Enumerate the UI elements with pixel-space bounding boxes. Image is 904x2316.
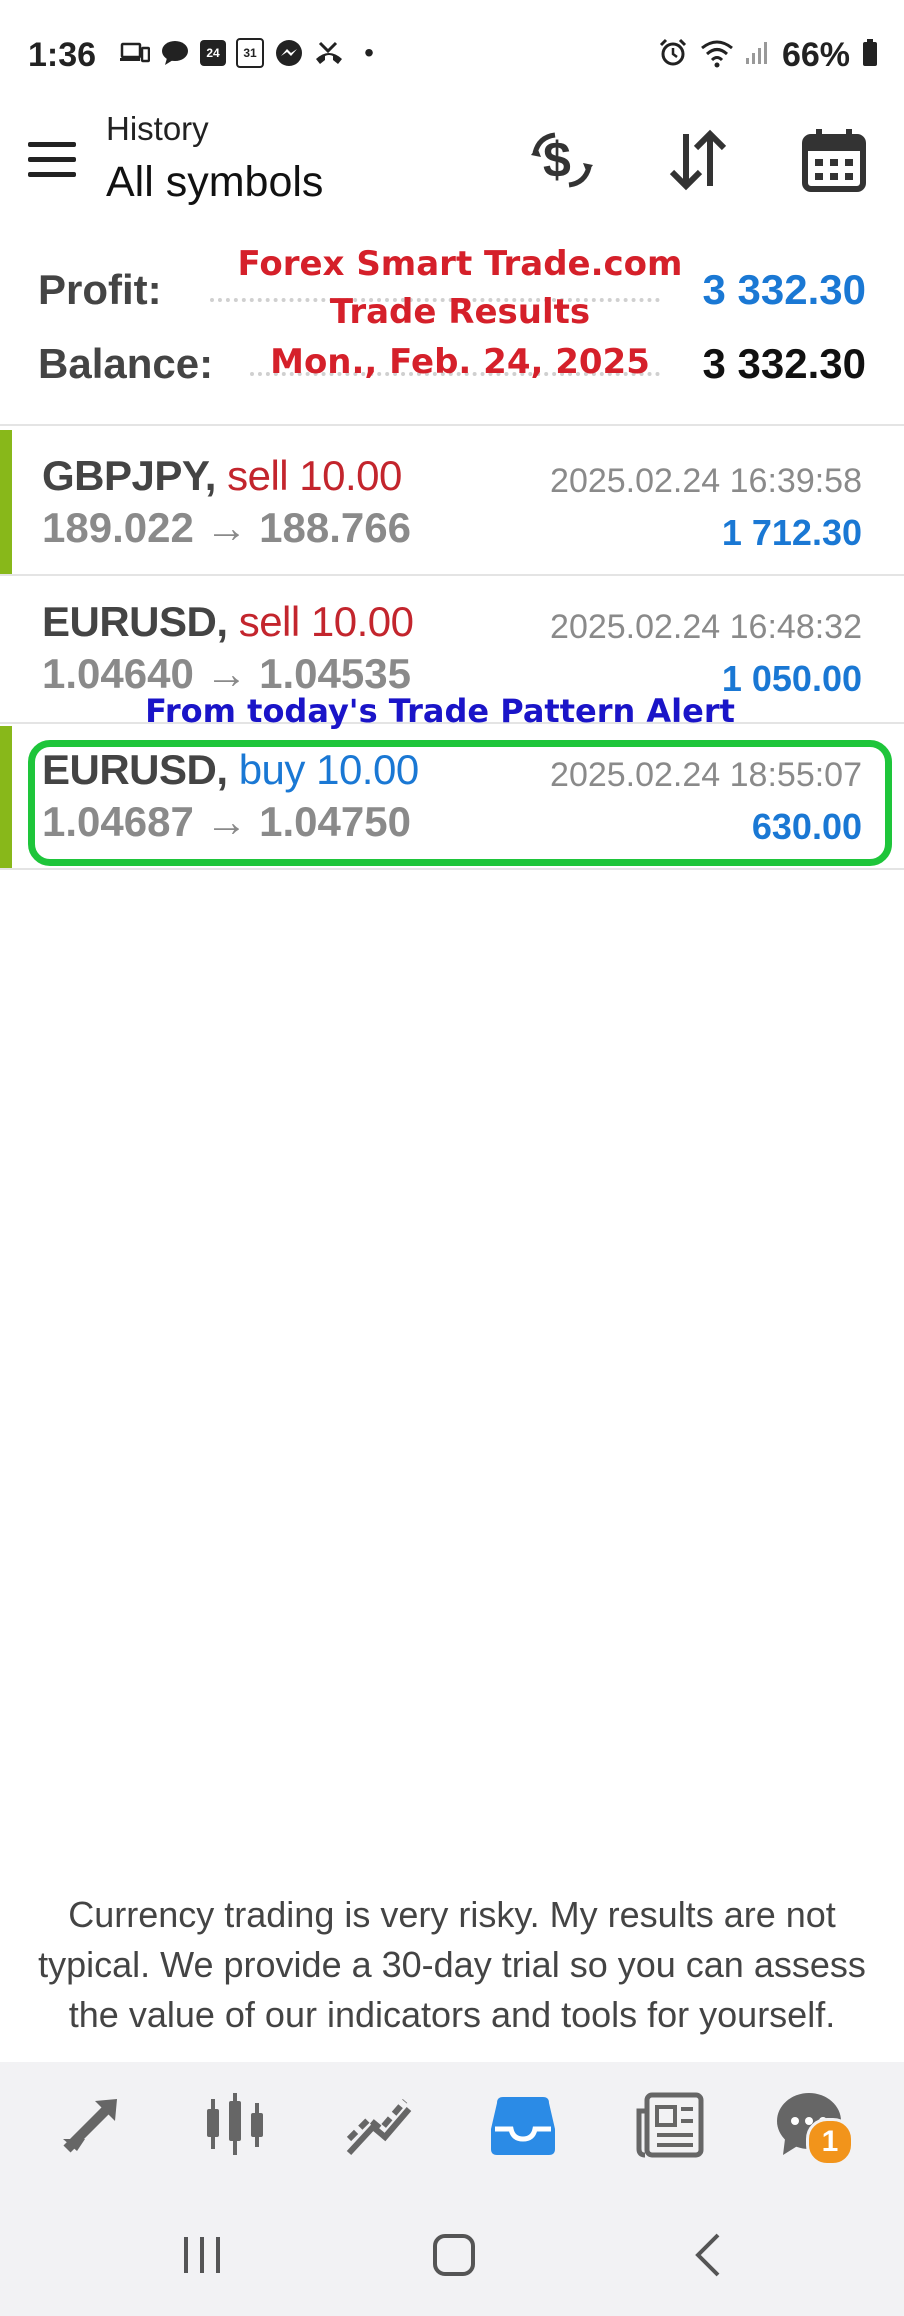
trade-symbol-name: GBPJPY, bbox=[42, 452, 216, 499]
overlay-date: Mon., Feb. 24, 2025 bbox=[270, 342, 650, 382]
trade-divider bbox=[0, 868, 904, 870]
sort-button[interactable] bbox=[658, 120, 738, 200]
chat-badge: 1 bbox=[806, 2118, 854, 2166]
overlay-subtitle: Trade Results bbox=[329, 292, 591, 332]
disclaimer-line: the value of our indicators and tools fo… bbox=[68, 1994, 836, 2035]
calendar-icon bbox=[802, 129, 866, 192]
trade-symbol: EURUSD, sell 10.00 bbox=[42, 598, 414, 646]
trade-time: 2025.02.24 16:39:58 bbox=[550, 462, 862, 500]
balance-label: Balance: bbox=[38, 340, 214, 387]
trade-time: 2025.02.24 16:48:32 bbox=[550, 608, 862, 646]
trade-tab[interactable] bbox=[46, 2080, 136, 2170]
status-system-icons: 66% bbox=[658, 36, 878, 75]
hamburger-menu-icon[interactable] bbox=[28, 142, 76, 178]
wifi-icon bbox=[700, 38, 734, 73]
chart-tab[interactable] bbox=[334, 2080, 424, 2170]
missed-call-icon bbox=[314, 38, 344, 68]
quotes-tab[interactable] bbox=[190, 2080, 280, 2170]
calendar-button[interactable] bbox=[794, 120, 874, 200]
trade-accent-bar bbox=[0, 726, 12, 870]
message-icon bbox=[160, 38, 190, 68]
disclaimer-line: Currency trading is very risky. My resul… bbox=[68, 1894, 836, 1935]
messenger-icon bbox=[274, 38, 304, 68]
trade-symbol-name: EURUSD, bbox=[42, 598, 228, 645]
trade-profit: 1 712.30 bbox=[721, 512, 862, 553]
trade-divider bbox=[0, 574, 904, 576]
back-button[interactable] bbox=[668, 2230, 748, 2280]
status-notification-icons: 24 31 • bbox=[120, 37, 384, 68]
disclaimer-line: typical. We provide a 30-day trial so yo… bbox=[38, 1944, 866, 1985]
devices-icon bbox=[120, 38, 150, 68]
more-notifications-dot: • bbox=[364, 37, 374, 68]
highlight-box bbox=[28, 740, 892, 866]
trade-prices: 1.04640 → 1.04535 bbox=[42, 650, 411, 697]
summary-divider bbox=[0, 424, 904, 426]
overlay-site-title: Forex Smart Trade.com bbox=[237, 244, 683, 284]
status-time: 1:36 bbox=[28, 36, 97, 74]
profit-label: Profit: bbox=[38, 266, 162, 313]
trade-symbol: GBPJPY, sell 10.00 bbox=[42, 452, 402, 500]
toolbar-title[interactable]: All symbols bbox=[106, 158, 323, 207]
battery-percent: 66% bbox=[781, 36, 850, 74]
history-tab[interactable] bbox=[478, 2080, 568, 2170]
news-tab[interactable] bbox=[624, 2080, 714, 2170]
news-icon bbox=[636, 2092, 704, 2158]
quotes-icon bbox=[207, 2093, 263, 2155]
dollar-exchange-icon: $ bbox=[531, 132, 593, 188]
trade-accent-bar bbox=[0, 430, 12, 574]
chat-tab[interactable]: 1 bbox=[766, 2080, 856, 2170]
balance-value: 3 332.30 bbox=[702, 340, 867, 387]
home-button[interactable] bbox=[414, 2230, 494, 2280]
calendar-31-icon: 31 bbox=[236, 38, 264, 68]
trade-side: sell 10.00 bbox=[238, 598, 414, 645]
signal-icon bbox=[745, 40, 770, 71]
disclaimer: Currency trading is very risky. My resul… bbox=[0, 1890, 904, 2040]
chart-icon bbox=[346, 2099, 412, 2156]
battery-icon bbox=[862, 39, 878, 72]
profit-value: 3 332.30 bbox=[702, 266, 867, 313]
toolbar-subtitle: History bbox=[106, 110, 209, 147]
back-icon bbox=[695, 2233, 720, 2277]
home-icon bbox=[433, 2234, 475, 2276]
trade-icon bbox=[63, 2099, 117, 2153]
recent-apps-icon bbox=[184, 2237, 220, 2273]
dollar-exchange-button[interactable]: $ bbox=[522, 120, 602, 200]
trade-prices: 189.022 → 188.766 bbox=[42, 504, 411, 551]
alarm-icon bbox=[658, 38, 688, 73]
calendar-24-icon: 24 bbox=[200, 40, 226, 66]
trade-side: sell 10.00 bbox=[227, 452, 402, 499]
trade-pattern-alert-label: From today's Trade Pattern Alert bbox=[145, 692, 735, 730]
sort-icon bbox=[669, 129, 727, 191]
status-bar: 1:36 24 31 • 66% bbox=[0, 0, 904, 110]
calendar-24-label: 24 bbox=[206, 46, 220, 60]
recent-apps-button[interactable] bbox=[162, 2230, 242, 2280]
history-icon bbox=[491, 2097, 555, 2155]
calendar-31-label: 31 bbox=[243, 46, 257, 60]
svg-text:$: $ bbox=[543, 132, 571, 188]
